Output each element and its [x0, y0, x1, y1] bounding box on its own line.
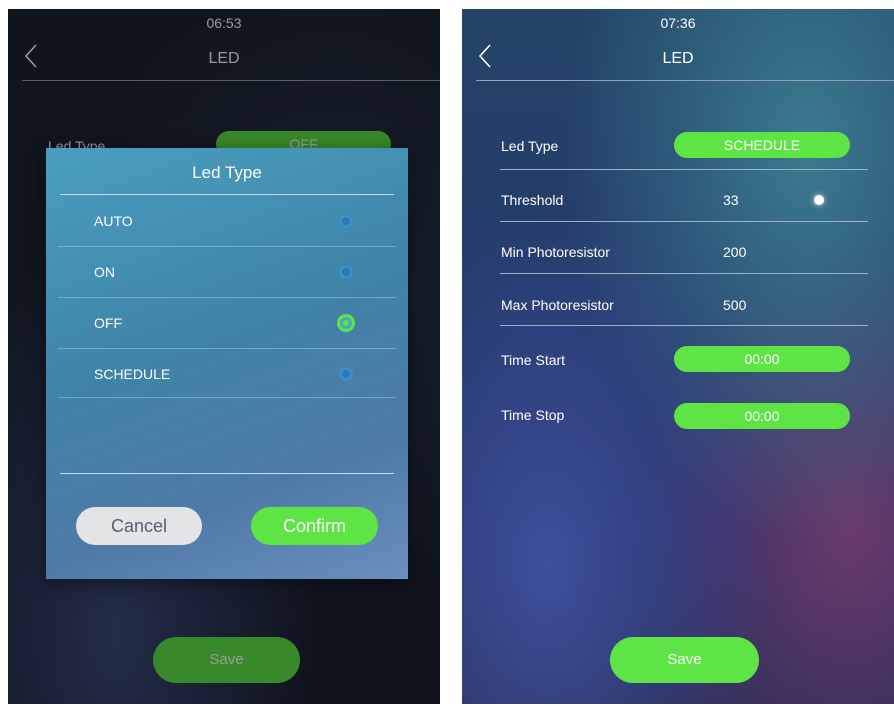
option-label: AUTO [94, 213, 133, 229]
option-label: SCHEDULE [94, 366, 171, 382]
radio-button-icon [339, 214, 353, 228]
time-stop-label: Time Stop [501, 407, 565, 423]
row-divider [500, 169, 868, 170]
page-title: LED [662, 50, 694, 67]
radio-button-icon [339, 265, 353, 279]
option-off[interactable]: OFF [94, 298, 394, 348]
option-divider [58, 397, 396, 398]
threshold-label: Threshold [501, 192, 564, 208]
led-type-dialog: Led Type AUTO ON OFF SCHEDULE Cancel Con… [46, 148, 408, 579]
header-divider [476, 80, 894, 81]
row-divider [500, 221, 868, 222]
save-button[interactable]: Save [610, 637, 759, 683]
max-photoresistor-label: Max Photoresistor [501, 297, 614, 313]
led-type-label: Led Type [501, 138, 559, 154]
led-type-selector[interactable]: SCHEDULE [674, 132, 850, 158]
option-on[interactable]: ON [94, 247, 394, 297]
time-start-selector[interactable]: 00:00 [674, 346, 850, 372]
radio-button-selected-icon [339, 316, 353, 330]
radio-button-icon [339, 367, 353, 381]
threshold-value: 33 [723, 192, 739, 208]
row-divider [500, 325, 868, 326]
time-stop-selector[interactable]: 00:00 [674, 403, 850, 429]
confirm-button[interactable]: Confirm [251, 507, 378, 545]
dialog-footer-divider [60, 473, 394, 474]
option-label: OFF [94, 315, 122, 331]
dialog-title-divider [60, 194, 394, 195]
led-settings-screen-right: 07:36 LED Led Type SCHEDULE Threshold 33… [462, 9, 894, 704]
option-label: ON [94, 264, 115, 280]
time-start-label: Time Start [501, 352, 566, 368]
led-settings-screen-left: 06:53 LED Led Type OFF Save Led Type AUT… [8, 9, 440, 704]
option-schedule[interactable]: SCHEDULE [94, 349, 394, 399]
dialog-title: Led Type [192, 163, 262, 182]
status-time: 07:36 [660, 15, 696, 31]
min-photoresistor-label: Min Photoresistor [501, 244, 610, 260]
threshold-slider-handle[interactable] [814, 195, 824, 205]
min-photoresistor-value[interactable]: 200 [723, 244, 746, 260]
row-divider [500, 273, 868, 274]
option-auto[interactable]: AUTO [94, 196, 394, 246]
cancel-button[interactable]: Cancel [76, 507, 202, 545]
max-photoresistor-value[interactable]: 500 [723, 297, 746, 313]
